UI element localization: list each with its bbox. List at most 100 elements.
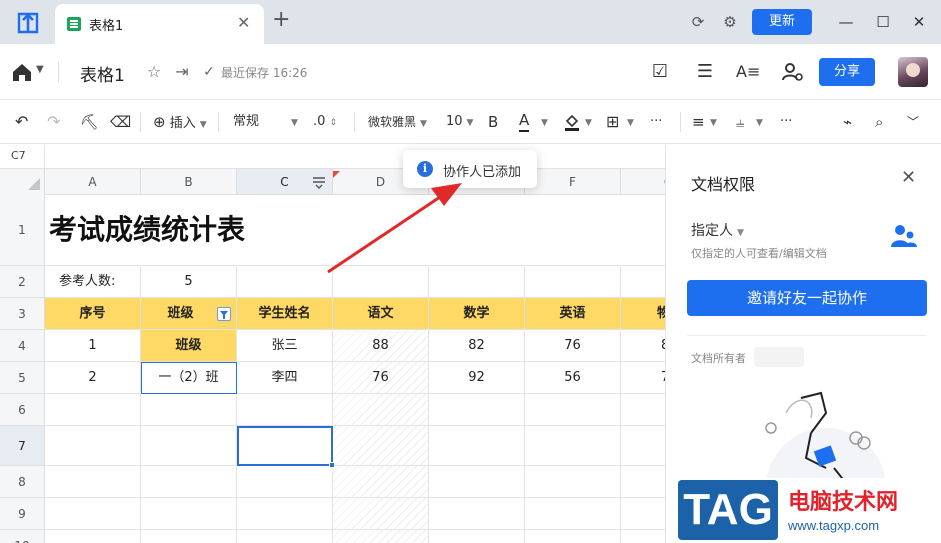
empty-cell[interactable]	[45, 426, 141, 466]
column-header-b[interactable]: B	[141, 169, 237, 195]
select-all-corner[interactable]	[0, 169, 45, 195]
fill-handle[interactable]	[329, 462, 335, 468]
decimal-places-control[interactable]: .0 ⇕	[313, 112, 337, 132]
clean-icon[interactable]: ⌁	[843, 112, 852, 132]
header-cell[interactable]: 物	[621, 298, 665, 330]
font-color-button[interactable]: A	[519, 112, 530, 132]
empty-cell[interactable]	[237, 530, 333, 543]
data-cell[interactable]: 76	[333, 362, 429, 394]
empty-cell[interactable]	[333, 530, 429, 543]
filter-icon[interactable]	[217, 307, 231, 321]
settings-icon[interactable]: ⚙	[720, 12, 740, 32]
row-header-2[interactable]: 2	[0, 266, 45, 298]
row-header-3[interactable]: 3	[0, 298, 45, 330]
empty-cell[interactable]	[141, 530, 237, 543]
menu-icon[interactable]: ☰	[693, 60, 717, 84]
row-header-8[interactable]: 8	[0, 466, 45, 498]
empty-cell[interactable]	[45, 530, 141, 543]
more-options-icon[interactable]: ···	[650, 112, 662, 132]
data-cell[interactable]: 7	[621, 362, 665, 394]
participants-value-cell[interactable]: 5	[141, 266, 237, 298]
empty-cell[interactable]	[429, 394, 525, 426]
empty-cell[interactable]	[333, 426, 429, 466]
empty-cell[interactable]	[45, 466, 141, 498]
empty-cell[interactable]	[333, 266, 429, 298]
row-header-4[interactable]: 4	[0, 330, 45, 362]
redo-icon[interactable]: ↷	[47, 112, 60, 132]
app-logo-icon[interactable]	[16, 11, 40, 35]
home-icon[interactable]	[11, 62, 33, 82]
insert-menu[interactable]: ⊕ 插入 ▼	[153, 112, 207, 132]
empty-cell[interactable]	[621, 530, 665, 543]
empty-cell[interactable]	[429, 426, 525, 466]
new-tab-icon[interactable]: +	[272, 9, 290, 31]
header-cell[interactable]: 数学	[429, 298, 525, 330]
empty-cell[interactable]	[525, 530, 621, 543]
empty-cell[interactable]	[237, 266, 333, 298]
title-cell[interactable]: 考试成绩统计表	[45, 194, 665, 266]
header-cell[interactable]: 学生姓名	[237, 298, 333, 330]
row-header-9[interactable]: 9	[0, 498, 45, 530]
empty-cell[interactable]	[621, 266, 665, 298]
empty-cell[interactable]	[429, 530, 525, 543]
update-button[interactable]: 更新	[752, 9, 812, 35]
empty-cell[interactable]	[525, 266, 621, 298]
bold-button[interactable]: B	[488, 112, 498, 132]
empty-cell[interactable]	[429, 266, 525, 298]
header-cell[interactable]: 英语	[525, 298, 621, 330]
data-cell[interactable]: 张三	[237, 330, 333, 362]
data-cell[interactable]: 92	[429, 362, 525, 394]
border-dropdown-icon[interactable]: ▼	[627, 112, 634, 132]
empty-cell[interactable]	[621, 426, 665, 466]
empty-cell[interactable]	[141, 426, 237, 466]
search-icon[interactable]: ⌕	[875, 112, 883, 132]
empty-cell[interactable]	[333, 394, 429, 426]
row-header-1[interactable]: 1	[0, 194, 45, 266]
document-tab[interactable]: 表格1 ✕	[55, 4, 264, 44]
align-icon[interactable]: ≡	[692, 112, 705, 132]
maximize-icon[interactable]: ☐	[871, 10, 895, 34]
empty-cell[interactable]	[525, 426, 621, 466]
empty-cell[interactable]	[237, 498, 333, 530]
data-cell[interactable]: 李四	[237, 362, 333, 394]
more-options-icon[interactable]: ···	[780, 112, 792, 132]
empty-cell[interactable]	[237, 466, 333, 498]
data-cell[interactable]: 76	[525, 330, 621, 362]
align-dropdown-icon[interactable]: ▼	[710, 112, 717, 132]
vertical-align-dropdown-icon[interactable]: ▼	[756, 112, 763, 132]
number-format-select[interactable]: 常规 ▼	[233, 112, 298, 132]
home-dropdown-icon[interactable]: ▼	[36, 64, 44, 75]
vertical-align-icon[interactable]: ⫨	[736, 112, 744, 132]
share-button[interactable]: 分享	[819, 58, 875, 86]
row-header-7[interactable]: 7	[0, 426, 45, 466]
empty-cell[interactable]	[429, 466, 525, 498]
avatar[interactable]	[898, 57, 928, 87]
data-cell[interactable]: 56	[525, 362, 621, 394]
row-header-5[interactable]: 5	[0, 362, 45, 394]
empty-cell[interactable]	[525, 498, 621, 530]
fill-color-dropdown-icon[interactable]: ▼	[585, 112, 592, 132]
data-cell[interactable]: 班级	[141, 330, 237, 362]
header-cell[interactable]: 语文	[333, 298, 429, 330]
eraser-icon[interactable]: ⌫	[110, 112, 131, 132]
empty-cell[interactable]	[621, 498, 665, 530]
empty-cell[interactable]	[141, 466, 237, 498]
text-style-icon[interactable]: A≡	[736, 60, 760, 84]
empty-cell[interactable]	[333, 498, 429, 530]
header-cell[interactable]: 序号	[45, 298, 141, 330]
column-header-g[interactable]: G	[621, 169, 665, 195]
collapse-toolbar-icon[interactable]: ﹀	[907, 112, 919, 132]
column-header-f[interactable]: F	[525, 169, 621, 195]
empty-cell[interactable]	[621, 394, 665, 426]
font-family-select[interactable]: 微软雅黑 ▼	[368, 112, 427, 132]
empty-cell[interactable]	[141, 498, 237, 530]
column-header-a[interactable]: A	[45, 169, 141, 195]
move-to-folder-icon[interactable]: ⇥	[172, 62, 192, 82]
empty-cell[interactable]	[429, 498, 525, 530]
task-check-icon[interactable]: ☑	[648, 60, 672, 84]
cell-reference[interactable]: C7	[11, 149, 26, 162]
data-cell[interactable]: 1	[45, 330, 141, 362]
participants-label-cell[interactable]: 参考人数:	[45, 266, 141, 298]
invite-collaborators-button[interactable]: 邀请好友一起协作	[687, 280, 927, 316]
undo-icon[interactable]: ↶	[15, 112, 28, 132]
